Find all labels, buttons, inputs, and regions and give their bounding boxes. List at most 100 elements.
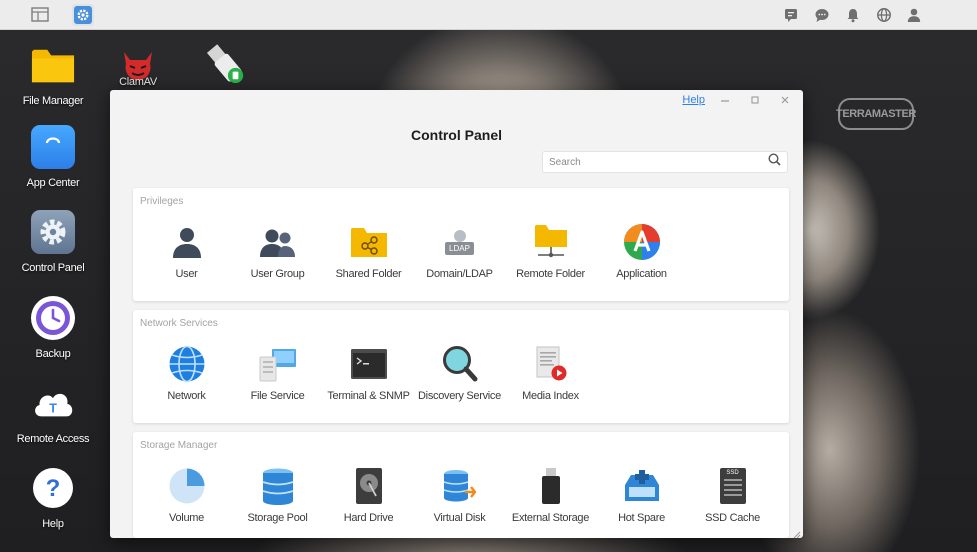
item-ssd-cache[interactable]: SSD SSD Cache (687, 466, 778, 524)
item-remote-folder[interactable]: Remote Folder (505, 222, 596, 280)
item-label: Hard Drive (343, 512, 394, 524)
window-title: Control Panel (410, 127, 502, 143)
item-label: Network (167, 390, 206, 402)
window-controls: Help (682, 93, 795, 107)
desktop-control-panel[interactable]: Control Panel (8, 210, 98, 274)
shopping-bag-icon (31, 125, 75, 169)
notification-bell-icon[interactable] (845, 7, 861, 23)
item-label: Terminal & SNMP (327, 390, 410, 402)
desktop-help[interactable]: ? Help (8, 466, 98, 530)
item-volume[interactable]: Volume (141, 466, 232, 524)
close-icon[interactable] (775, 93, 795, 107)
item-virtual-disk[interactable]: Virtual Disk (414, 466, 505, 524)
ldap-badge: LDAP (445, 242, 474, 255)
search-box[interactable] (542, 151, 788, 173)
hard-drive-icon (349, 466, 389, 506)
usb-drive-icon (203, 42, 247, 86)
clock-icon (31, 296, 75, 340)
ssd-cache-icon: SSD (713, 466, 753, 506)
item-hard-drive[interactable]: Hard Drive (323, 466, 414, 524)
desktop-icon-label: App Center (26, 177, 80, 189)
item-label: SSD Cache (705, 512, 760, 524)
item-hot-spare[interactable]: Hot Spare (596, 466, 687, 524)
help-link[interactable]: Help (682, 94, 705, 106)
file-service-icon (258, 344, 298, 384)
desktop-icon-label: Backup (35, 348, 71, 360)
external-storage-icon (531, 466, 571, 506)
item-file-service[interactable]: File Service (232, 344, 323, 402)
desktop-icon-label: Help (42, 518, 64, 530)
terramaster-logo: TERRAMASTER (836, 98, 916, 130)
ldap-icon: LDAP (440, 222, 480, 262)
user-group-icon (258, 222, 298, 262)
item-label: Domain/LDAP (426, 268, 493, 280)
search-icon[interactable] (768, 153, 781, 171)
item-media-index[interactable]: Media Index (505, 344, 596, 402)
item-label: Media Index (522, 390, 579, 402)
section-privileges: Privileges User User Group Shared Folder (133, 188, 789, 301)
item-discovery-service[interactable]: Discovery Service (414, 344, 505, 402)
globe-icon (167, 344, 207, 384)
section-title: Privileges (140, 196, 184, 207)
item-shared-folder[interactable]: Shared Folder (323, 222, 414, 280)
item-user[interactable]: User (141, 222, 232, 280)
taskbar (0, 0, 977, 30)
media-index-icon (531, 344, 571, 384)
section-title: Network Services (140, 318, 218, 329)
desktop-icon-label: ClamAV (119, 76, 157, 88)
terminal-icon (349, 344, 389, 384)
taskbar-control-panel-icon[interactable] (72, 4, 94, 26)
question-icon: ? (31, 466, 75, 510)
desktop-backup[interactable]: Backup (8, 296, 98, 360)
application-icon (622, 222, 662, 262)
svg-text:?: ? (46, 475, 61, 502)
item-user-group[interactable]: User Group (232, 222, 323, 280)
resize-grip-icon[interactable] (791, 526, 801, 538)
desktop-clamav[interactable]: ClamAV (93, 44, 183, 88)
item-label: Shared Folder (335, 268, 402, 280)
item-network[interactable]: Network (141, 344, 232, 402)
item-storage-pool[interactable]: Storage Pool (232, 466, 323, 524)
item-label: File Service (250, 390, 305, 402)
chat-icon[interactable] (814, 7, 830, 23)
desktop-remote-access[interactable]: T Remote Access (8, 381, 98, 445)
maximize-icon[interactable] (745, 93, 765, 107)
storage-pool-icon (258, 466, 298, 506)
ssd-badge: SSD (726, 470, 739, 476)
control-panel-window: Help Control Panel Privileges User (110, 90, 803, 538)
language-globe-icon[interactable] (876, 7, 892, 23)
gear-icon (31, 210, 75, 254)
item-label: Hot Spare (618, 512, 665, 524)
item-domain-ldap[interactable]: LDAP Domain/LDAP (414, 222, 505, 280)
item-terminal-snmp[interactable]: Terminal & SNMP (323, 344, 414, 402)
desktop-usb-app[interactable] (180, 42, 270, 86)
item-label: Discovery Service (418, 390, 501, 402)
user-icon (167, 222, 207, 262)
remote-folder-icon (531, 222, 571, 262)
desktop-icon-label: Control Panel (21, 262, 85, 274)
item-label: User (175, 268, 198, 280)
item-label: Application (616, 268, 667, 280)
user-account-icon[interactable] (906, 7, 922, 23)
desktop-icon-label: Remote Access (16, 433, 90, 445)
cloud-icon: T (31, 381, 75, 425)
pie-volume-icon (167, 466, 207, 506)
search-input[interactable] (549, 156, 768, 168)
show-desktop-icon[interactable] (29, 4, 51, 26)
section-title: Storage Manager (140, 440, 218, 451)
desktop-app-center[interactable]: App Center (8, 125, 98, 189)
item-external-storage[interactable]: External Storage (505, 466, 596, 524)
desktop-file-manager[interactable]: File Manager (8, 43, 98, 107)
minimize-icon[interactable] (715, 93, 735, 107)
item-label: Remote Folder (516, 268, 585, 280)
magnifier-icon (440, 344, 480, 384)
item-label: External Storage (511, 512, 590, 524)
section-network-services: Network Services Network File Service Te… (133, 310, 789, 423)
folder-icon (31, 43, 75, 87)
virtual-disk-icon (440, 466, 480, 506)
item-label: Virtual Disk (433, 512, 486, 524)
desktop-icon-label: File Manager (22, 95, 84, 107)
message-icon[interactable] (783, 7, 799, 23)
item-label: Storage Pool (247, 512, 308, 524)
item-application[interactable]: Application (596, 222, 687, 280)
